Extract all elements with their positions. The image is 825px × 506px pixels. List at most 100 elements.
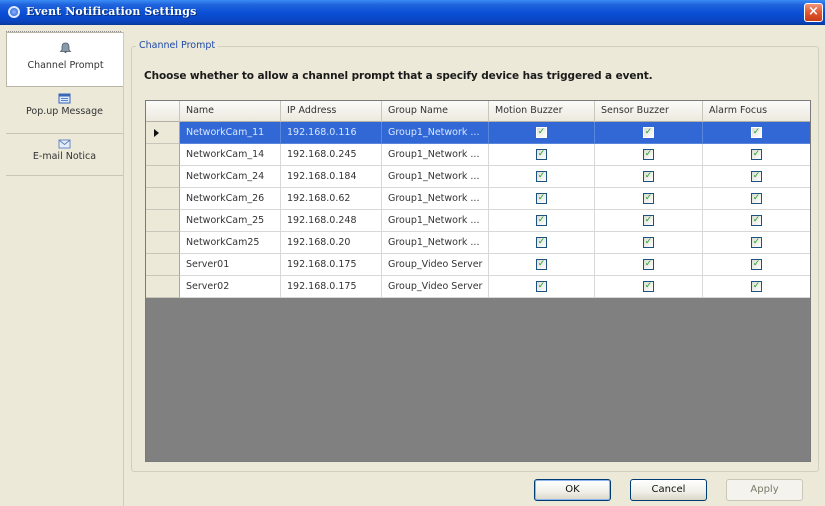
cell-group-name[interactable]: Group_Video Server bbox=[382, 254, 489, 276]
cell-group-name[interactable]: Group1_Network ... bbox=[382, 166, 489, 188]
cancel-button[interactable]: Cancel bbox=[630, 479, 707, 501]
cell-name[interactable]: Server01 bbox=[180, 254, 281, 276]
alarm-focus-checkbox[interactable]: ✓ bbox=[751, 215, 762, 226]
cell-alarm-focus: ✓ bbox=[703, 210, 810, 232]
row-selector[interactable] bbox=[146, 122, 180, 144]
cell-motion-buzzer: ✓ bbox=[489, 188, 595, 210]
table-row[interactable]: NetworkCam_25 192.168.0.248 Group1_Network… bbox=[146, 210, 810, 232]
cell-sensor-buzzer: ✓ bbox=[595, 210, 703, 232]
header-sensor-buzzer[interactable]: Sensor Buzzer bbox=[595, 101, 703, 122]
cell-ip-address[interactable]: 192.168.0.116 bbox=[281, 122, 382, 144]
ok-button[interactable]: OK bbox=[534, 479, 611, 501]
window-title: Event Notification Settings bbox=[26, 5, 197, 18]
alarm-focus-checkbox[interactable]: ✓ bbox=[751, 127, 762, 138]
app-icon bbox=[8, 6, 20, 18]
cell-ip-address[interactable]: 192.168.0.62 bbox=[281, 188, 382, 210]
apply-button[interactable]: Apply bbox=[726, 479, 803, 501]
instruction-text: Choose whether to allow a channel prompt… bbox=[144, 70, 653, 82]
bell-icon bbox=[59, 42, 72, 53]
alarm-focus-checkbox[interactable]: ✓ bbox=[751, 237, 762, 248]
table-row[interactable]: NetworkCam_11 192.168.0.116 Group1_Network… bbox=[146, 122, 810, 144]
header-alarm-focus[interactable]: Alarm Focus bbox=[703, 101, 810, 122]
sensor-buzzer-checkbox[interactable]: ✓ bbox=[643, 281, 654, 292]
sensor-buzzer-checkbox[interactable]: ✓ bbox=[643, 149, 654, 160]
table-row[interactable]: Server02 192.168.0.175 Group_Video Server ✓… bbox=[146, 276, 810, 298]
sensor-buzzer-checkbox[interactable]: ✓ bbox=[643, 215, 654, 226]
cell-name[interactable]: NetworkCam_26 bbox=[180, 188, 281, 210]
motion-buzzer-checkbox[interactable]: ✓ bbox=[536, 193, 547, 204]
motion-buzzer-checkbox[interactable]: ✓ bbox=[536, 281, 547, 292]
row-selector[interactable] bbox=[146, 210, 180, 232]
motion-buzzer-checkbox[interactable]: ✓ bbox=[536, 127, 547, 138]
cell-group-name[interactable]: Group1_Network ... bbox=[382, 210, 489, 232]
cell-group-name[interactable]: Group1_Network ... bbox=[382, 122, 489, 144]
cell-sensor-buzzer: ✓ bbox=[595, 232, 703, 254]
cell-group-name[interactable]: Group_Video Server bbox=[382, 276, 489, 298]
table-row[interactable]: NetworkCam_14 192.168.0.245 Group1_Network… bbox=[146, 144, 810, 166]
message-window-icon bbox=[58, 93, 71, 104]
cell-ip-address[interactable]: 192.168.0.245 bbox=[281, 144, 382, 166]
table-row[interactable]: NetworkCam25 192.168.0.20 Group1_Network .… bbox=[146, 232, 810, 254]
table-row[interactable]: Server01 192.168.0.175 Group_Video Server ✓… bbox=[146, 254, 810, 276]
cell-sensor-buzzer: ✓ bbox=[595, 122, 703, 144]
nav-item-email-notice[interactable]: E-mail Notica bbox=[6, 134, 123, 176]
alarm-focus-checkbox[interactable]: ✓ bbox=[751, 281, 762, 292]
header-name[interactable]: Name bbox=[180, 101, 281, 122]
cell-ip-address[interactable]: 192.168.0.248 bbox=[281, 210, 382, 232]
row-selector[interactable] bbox=[146, 166, 180, 188]
alarm-focus-checkbox[interactable]: ✓ bbox=[751, 149, 762, 160]
header-motion-buzzer[interactable]: Motion Buzzer bbox=[489, 101, 595, 122]
cell-ip-address[interactable]: 192.168.0.175 bbox=[281, 276, 382, 298]
motion-buzzer-checkbox[interactable]: ✓ bbox=[536, 149, 547, 160]
sensor-buzzer-checkbox[interactable]: ✓ bbox=[643, 259, 654, 270]
cell-sensor-buzzer: ✓ bbox=[595, 276, 703, 298]
row-selector[interactable] bbox=[146, 254, 180, 276]
cell-ip-address[interactable]: 192.168.0.184 bbox=[281, 166, 382, 188]
row-selector[interactable] bbox=[146, 276, 180, 298]
cell-sensor-buzzer: ✓ bbox=[595, 188, 703, 210]
row-selector[interactable] bbox=[146, 232, 180, 254]
current-row-arrow-icon bbox=[154, 129, 159, 137]
row-selector[interactable] bbox=[146, 144, 180, 166]
cell-ip-address[interactable]: 192.168.0.20 bbox=[281, 232, 382, 254]
cell-alarm-focus: ✓ bbox=[703, 166, 810, 188]
alarm-focus-checkbox[interactable]: ✓ bbox=[751, 259, 762, 270]
nav-label-popup-message: Pop.up Message bbox=[26, 106, 103, 117]
sensor-buzzer-checkbox[interactable]: ✓ bbox=[643, 127, 654, 138]
cell-ip-address[interactable]: 192.168.0.175 bbox=[281, 254, 382, 276]
cell-name[interactable]: NetworkCam_11 bbox=[180, 122, 281, 144]
row-selector[interactable] bbox=[146, 188, 180, 210]
sensor-buzzer-checkbox[interactable]: ✓ bbox=[643, 171, 654, 182]
close-button[interactable]: × bbox=[804, 3, 823, 22]
motion-buzzer-checkbox[interactable]: ✓ bbox=[536, 215, 547, 226]
motion-buzzer-checkbox[interactable]: ✓ bbox=[536, 171, 547, 182]
sensor-buzzer-checkbox[interactable]: ✓ bbox=[643, 193, 654, 204]
grid-header: Name IP Address Group Name Motion Buzzer… bbox=[146, 101, 810, 122]
cell-sensor-buzzer: ✓ bbox=[595, 254, 703, 276]
header-ip-address[interactable]: IP Address bbox=[281, 101, 382, 122]
cell-name[interactable]: NetworkCam_25 bbox=[180, 210, 281, 232]
nav-item-channel-prompt[interactable]: Channel Prompt bbox=[6, 32, 123, 87]
device-grid[interactable]: Name IP Address Group Name Motion Buzzer… bbox=[145, 100, 811, 462]
alarm-focus-checkbox[interactable]: ✓ bbox=[751, 171, 762, 182]
content-separator bbox=[123, 32, 124, 506]
nav-item-popup-message[interactable]: Pop.up Message bbox=[6, 87, 123, 134]
cell-motion-buzzer: ✓ bbox=[489, 232, 595, 254]
cell-motion-buzzer: ✓ bbox=[489, 122, 595, 144]
cell-name[interactable]: NetworkCam25 bbox=[180, 232, 281, 254]
cell-name[interactable]: NetworkCam_14 bbox=[180, 144, 281, 166]
cell-group-name[interactable]: Group1_Network ... bbox=[382, 232, 489, 254]
cell-group-name[interactable]: Group1_Network ... bbox=[382, 144, 489, 166]
alarm-focus-checkbox[interactable]: ✓ bbox=[751, 193, 762, 204]
cell-group-name[interactable]: Group1_Network ... bbox=[382, 188, 489, 210]
motion-buzzer-checkbox[interactable]: ✓ bbox=[536, 259, 547, 270]
cell-alarm-focus: ✓ bbox=[703, 122, 810, 144]
cell-name[interactable]: Server02 bbox=[180, 276, 281, 298]
table-row[interactable]: NetworkCam_26 192.168.0.62 Group1_Network … bbox=[146, 188, 810, 210]
header-group-name[interactable]: Group Name bbox=[382, 101, 489, 122]
table-row[interactable]: NetworkCam_24 192.168.0.184 Group1_Network… bbox=[146, 166, 810, 188]
sensor-buzzer-checkbox[interactable]: ✓ bbox=[643, 237, 654, 248]
title-bar[interactable]: Event Notification Settings × bbox=[0, 0, 825, 25]
motion-buzzer-checkbox[interactable]: ✓ bbox=[536, 237, 547, 248]
cell-name[interactable]: NetworkCam_24 bbox=[180, 166, 281, 188]
